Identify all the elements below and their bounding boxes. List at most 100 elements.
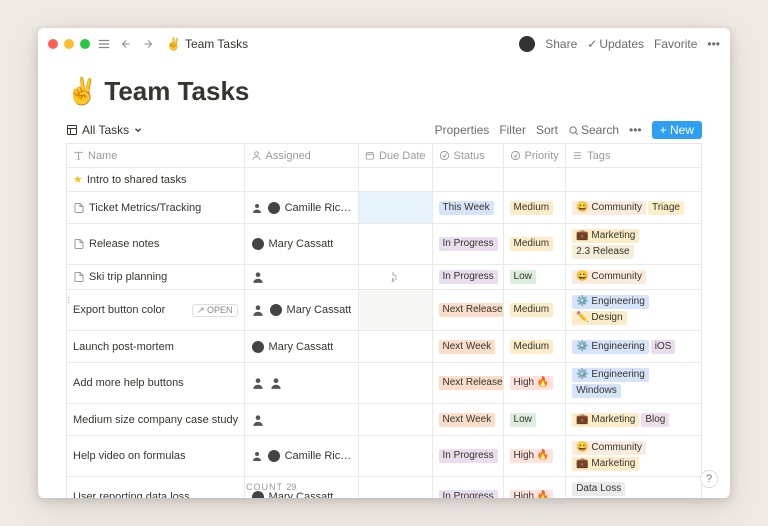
priority-pill[interactable]: Medium (510, 237, 554, 251)
drag-handle-icon[interactable] (66, 294, 72, 306)
priority-pill[interactable]: High 🔥 (510, 490, 554, 498)
cell-due[interactable] (359, 363, 432, 404)
view-picker[interactable]: All Tasks (66, 123, 143, 137)
page-icon[interactable]: ✌️ (66, 76, 98, 107)
updates-button[interactable]: ✓ Updates (587, 37, 644, 51)
cell-name[interactable]: Ticket Metrics/Tracking (73, 202, 238, 214)
cell-name[interactable]: User reporting data loss (73, 491, 238, 498)
tag-pill[interactable]: 💼 Marketing (572, 229, 639, 243)
tag-pill[interactable]: ⚙️ Engineering (572, 295, 649, 309)
share-button[interactable]: Share (545, 37, 577, 51)
cell-due[interactable] (359, 168, 432, 192)
cell-assigned[interactable]: Camille Ricketts (251, 201, 353, 215)
tag-pill[interactable]: Windows (572, 384, 621, 398)
cell-name[interactable]: Launch post-mortem (73, 341, 238, 353)
sort-button[interactable]: Sort (536, 123, 558, 137)
close-window-button[interactable] (48, 39, 58, 49)
priority-pill[interactable]: Medium (510, 201, 554, 215)
col-header-tags[interactable]: Tags (566, 144, 702, 168)
new-button[interactable]: + New (652, 121, 702, 139)
cell-name[interactable]: Add more help buttons (73, 377, 238, 389)
cell-name[interactable]: Release notes (73, 238, 238, 250)
more-icon[interactable]: ••• (707, 37, 720, 51)
tag-pill[interactable]: 😀 Community (572, 270, 646, 284)
table-row[interactable]: Export button color↗ OPENMary CassattNex… (67, 290, 702, 331)
col-header-assigned[interactable]: Assigned (244, 144, 359, 168)
help-button[interactable]: ? (700, 470, 718, 488)
priority-pill[interactable]: Low (510, 413, 536, 427)
cell-assigned[interactable]: Mary Cassatt (251, 340, 353, 354)
search-button[interactable]: Search (568, 123, 619, 137)
priority-pill[interactable]: Low (510, 270, 536, 284)
table-row[interactable]: Release notes Mary Cassatt In Progress Medi… (67, 224, 702, 265)
priority-pill[interactable]: Medium (510, 340, 554, 354)
cell-assigned[interactable] (251, 270, 353, 284)
tag-pill[interactable]: ✏️ Design (572, 311, 626, 325)
priority-pill[interactable]: High 🔥 (510, 449, 554, 463)
page-title-text[interactable]: Team Tasks (104, 76, 249, 107)
tag-pill[interactable]: 😀 Community (572, 441, 646, 455)
maximize-window-button[interactable] (80, 39, 90, 49)
cell-due[interactable] (359, 224, 432, 265)
cell-due[interactable] (359, 404, 432, 436)
tag-pill[interactable]: ⚙️ Engineering (572, 368, 649, 382)
tag-pill[interactable]: ⚙️ Engineering (572, 340, 649, 354)
status-pill[interactable]: In Progress (439, 270, 498, 284)
back-button[interactable] (118, 36, 134, 52)
cell-due[interactable] (359, 477, 432, 499)
status-pill[interactable]: In Progress (439, 490, 498, 498)
status-pill[interactable]: In Progress (439, 237, 498, 251)
table-row[interactable]: Add more help buttons Next Release High 🔥 ⚙… (67, 363, 702, 404)
cell-due-selected[interactable] (359, 192, 431, 223)
col-header-name[interactable]: Name (67, 144, 245, 168)
tag-pill[interactable]: 😀 Community (572, 201, 646, 215)
table-row[interactable]: Help video on formulas Camille Ricketts In… (67, 436, 702, 477)
open-chip[interactable]: ↗ OPEN (192, 304, 238, 317)
more-options-button[interactable]: ••• (629, 123, 642, 137)
status-pill[interactable]: In Progress (439, 449, 498, 463)
table-row[interactable]: ★Intro to shared tasks (67, 168, 702, 192)
cell-assigned[interactable]: Mary Cassatt (251, 303, 353, 317)
priority-pill[interactable]: High 🔥 (510, 376, 554, 390)
user-avatar[interactable] (519, 36, 535, 52)
table-row[interactable]: Ticket Metrics/Tracking Camille Ricketts T… (67, 192, 702, 224)
cell-name[interactable]: ★Intro to shared tasks (73, 173, 238, 186)
col-header-priority[interactable]: Priority (503, 144, 566, 168)
row-gutter-controls[interactable] (66, 294, 72, 306)
status-pill[interactable]: Next Week (439, 413, 496, 427)
cell-assigned[interactable] (251, 376, 353, 390)
table-row[interactable]: Medium size company case study Next Week L… (67, 404, 702, 436)
filter-button[interactable]: Filter (499, 123, 526, 137)
status-pill[interactable]: Next Release (439, 303, 504, 317)
table-row[interactable]: User reporting data lossMary CassattIn P… (67, 477, 702, 499)
status-pill[interactable]: This Week (439, 201, 494, 215)
tag-pill[interactable]: 2.3 Release (572, 245, 633, 259)
cell-assigned[interactable] (251, 413, 353, 427)
cell-assigned[interactable]: Mary Cassatt (251, 237, 353, 251)
properties-button[interactable]: Properties (435, 123, 490, 137)
breadcrumb[interactable]: ✌️ Team Tasks (166, 37, 248, 51)
status-pill[interactable]: Next Release (439, 376, 504, 390)
col-header-status[interactable]: Status (432, 144, 503, 168)
table-row[interactable]: Ski trip planning In Progress Low 😀 Communi… (67, 265, 702, 290)
tag-pill[interactable]: Triage (648, 201, 684, 215)
tag-pill[interactable]: 💼 Marketing (572, 413, 639, 427)
minimize-window-button[interactable] (64, 39, 74, 49)
menu-icon[interactable] (96, 36, 112, 52)
cell-assigned[interactable]: Camille Ricketts (251, 449, 353, 463)
priority-pill[interactable]: Medium (510, 303, 554, 317)
table-row[interactable]: Launch post-mortem Mary Cassatt Next Week M… (67, 331, 702, 363)
tag-pill[interactable]: iOS (651, 340, 676, 354)
favorite-button[interactable]: Favorite (654, 37, 697, 51)
cell-due[interactable] (359, 290, 432, 331)
tag-pill[interactable]: 💼 Marketing (572, 457, 639, 471)
cell-name[interactable]: Ski trip planning (73, 271, 238, 283)
cell-due[interactable] (359, 331, 432, 363)
cell-name[interactable]: Medium size company case study (73, 414, 238, 426)
tag-pill[interactable]: Blog (641, 413, 669, 427)
forward-button[interactable] (140, 36, 156, 52)
cell-name[interactable]: Help video on formulas (73, 450, 238, 462)
tag-pill[interactable]: Data Loss (572, 482, 625, 496)
cell-due[interactable] (359, 436, 432, 477)
status-pill[interactable]: Next Week (439, 340, 496, 354)
